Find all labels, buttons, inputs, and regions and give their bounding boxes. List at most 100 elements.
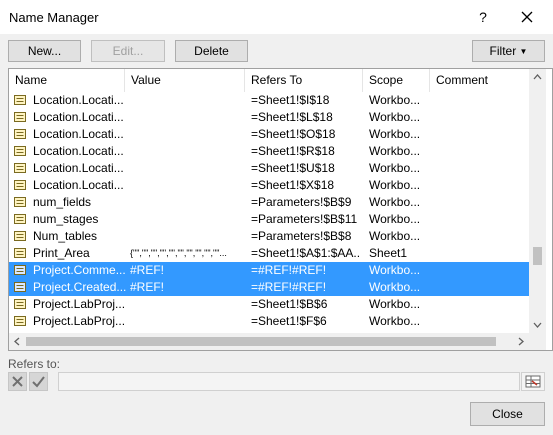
table-row[interactable]: Location.Locati... =Sheet1!$U$18 Workbo...	[9, 160, 529, 177]
cell-scope: Workbo...	[369, 297, 421, 311]
cell-value: {"","","","","","","","","",""...	[130, 248, 227, 258]
cell-scope: Workbo...	[369, 93, 421, 107]
cell-refers-to: =Parameters!$B$11	[251, 212, 358, 226]
refers-to-label: Refers to:	[8, 357, 61, 371]
refers-to-input[interactable]	[58, 372, 520, 391]
scroll-left-arrow-icon[interactable]	[9, 333, 26, 350]
cell-comment	[436, 160, 526, 177]
cell-comment	[436, 313, 526, 330]
edit-button[interactable]: Edit...	[91, 40, 165, 62]
cell-comment	[436, 92, 526, 109]
cell-name: Location.Locati...	[33, 110, 124, 124]
help-button[interactable]: ?	[468, 0, 498, 34]
table-row[interactable]: Project.LabProj... =Sheet1!$F$6 Workbo...	[9, 313, 529, 330]
defined-name-icon	[14, 214, 26, 224]
cell-value	[130, 211, 243, 228]
table-row[interactable]: Project.Comme... #REF! =#REF!#REF! Workbo..…	[9, 262, 529, 279]
cell-value	[130, 92, 243, 109]
names-list[interactable]: Name Value Refers To Scope Comment Locat…	[8, 68, 553, 351]
cell-refers-to: =Sheet1!$B$6	[251, 297, 328, 311]
defined-name-icon	[14, 248, 26, 258]
column-header-scope[interactable]: Scope	[363, 69, 430, 92]
table-row[interactable]: Project.LabProj... =Sheet1!$B$6 Workbo...	[9, 296, 529, 313]
cell-scope: Workbo...	[369, 161, 421, 175]
vertical-scroll-thumb[interactable]	[533, 247, 542, 265]
cell-scope: Workbo...	[369, 195, 421, 209]
delete-button[interactable]: Delete	[175, 40, 248, 62]
cell-comment	[436, 194, 526, 211]
cell-name: Print_Area	[33, 246, 90, 260]
chevron-down-icon: ▼	[519, 47, 528, 56]
defined-name-icon	[14, 180, 26, 190]
cell-name: num_stages	[33, 212, 99, 226]
cell-value	[130, 313, 243, 330]
cell-comment	[436, 211, 526, 228]
cell-value	[130, 126, 243, 143]
cell-refers-to: =Sheet1!$I$18	[251, 93, 330, 107]
cell-refers-to: =Sheet1!$L$18	[251, 110, 333, 124]
cancel-edit-button[interactable]	[8, 372, 27, 391]
column-header-comment[interactable]: Comment	[430, 69, 529, 92]
collapse-dialog-button[interactable]	[521, 372, 545, 391]
cancel-x-icon	[12, 376, 23, 387]
cell-scope: Workbo...	[369, 229, 421, 243]
close-button[interactable]: Close	[470, 402, 545, 426]
cell-value: #REF!	[130, 263, 165, 277]
scroll-down-arrow-icon[interactable]	[529, 316, 546, 333]
table-row[interactable]: Location.Locati... =Sheet1!$L$18 Workbo...	[9, 109, 529, 126]
close-window-button[interactable]	[510, 0, 544, 34]
cell-name: Location.Locati...	[33, 178, 124, 192]
horizontal-scroll-thumb[interactable]	[26, 337, 496, 346]
title-bar: Name Manager ?	[0, 0, 553, 34]
table-row[interactable]: num_stages =Parameters!$B$11 Workbo...	[9, 211, 529, 228]
column-header-value[interactable]: Value	[125, 69, 245, 92]
column-header-name[interactable]: Name	[9, 69, 125, 92]
cell-name: num_fields	[33, 195, 92, 209]
confirm-edit-button[interactable]	[29, 372, 48, 391]
cell-value	[130, 194, 243, 211]
horizontal-scrollbar[interactable]	[9, 333, 529, 350]
cell-value	[130, 177, 243, 194]
defined-name-icon	[14, 299, 26, 309]
scrollbar-corner	[529, 333, 546, 350]
cell-scope: Workbo...	[369, 212, 421, 226]
cell-comment	[436, 228, 526, 245]
cell-comment	[436, 143, 526, 160]
table-row[interactable]: Location.Locati... =Sheet1!$I$18 Workbo...	[9, 92, 529, 109]
table-row[interactable]: Print_Area {"","","","","","","","","",""…	[9, 245, 529, 262]
vertical-scrollbar[interactable]	[529, 69, 546, 333]
cell-value	[130, 109, 243, 126]
defined-name-icon	[14, 265, 26, 275]
cell-value	[130, 228, 243, 245]
table-row[interactable]: Location.Locati... =Sheet1!$R$18 Workbo...	[9, 143, 529, 160]
filter-button[interactable]: Filter ▼	[472, 40, 545, 62]
cell-name: Location.Locati...	[33, 144, 124, 158]
column-header-refers-to[interactable]: Refers To	[245, 69, 363, 92]
cell-scope: Workbo...	[369, 314, 421, 328]
table-row[interactable]: Location.Locati... =Sheet1!$X$18 Workbo...	[9, 177, 529, 194]
cell-refers-to: =Parameters!$B$8	[251, 229, 352, 243]
filter-button-label: Filter	[489, 44, 517, 58]
table-row[interactable]: num_fields =Parameters!$B$9 Workbo...	[9, 194, 529, 211]
cell-name: Location.Locati...	[33, 127, 124, 141]
defined-name-icon	[14, 282, 26, 292]
table-row[interactable]: Location.Locati... =Sheet1!$O$18 Workbo...	[9, 126, 529, 143]
scroll-up-arrow-icon[interactable]	[529, 69, 546, 86]
defined-name-icon	[14, 197, 26, 207]
cell-comment	[436, 296, 526, 313]
cell-refers-to: =Parameters!$B$9	[251, 195, 352, 209]
cell-scope: Workbo...	[369, 144, 421, 158]
cell-name: Project.Comme...	[33, 263, 126, 277]
close-button-label: Close	[492, 407, 523, 421]
table-row[interactable]: Num_tables =Parameters!$B$8 Workbo...	[9, 228, 529, 245]
cell-refers-to: =Sheet1!$A$1:$AA...	[251, 246, 361, 260]
scroll-right-arrow-icon[interactable]	[512, 333, 529, 350]
new-button[interactable]: New...	[8, 40, 81, 62]
defined-name-icon	[14, 316, 26, 326]
defined-name-icon	[14, 95, 26, 105]
cell-scope: Workbo...	[369, 263, 421, 277]
cell-name: Location.Locati...	[33, 161, 124, 175]
table-row[interactable]: Project.Created... #REF! =#REF!#REF! Workbo…	[9, 279, 529, 296]
cell-name: Project.Created...	[33, 280, 127, 294]
cell-comment	[436, 262, 526, 279]
